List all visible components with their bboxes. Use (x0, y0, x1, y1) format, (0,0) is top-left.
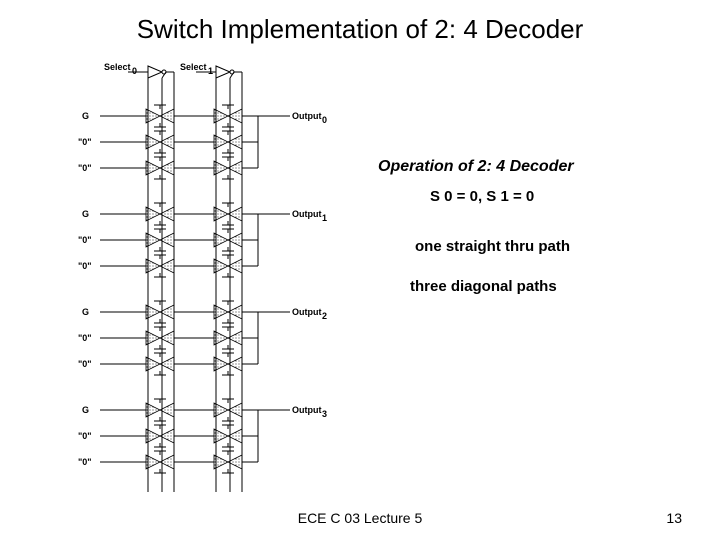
operation-heading: Operation of 2: 4 Decoder (378, 158, 574, 176)
select0-sub: 0 (132, 66, 137, 76)
row-label-z0b: "0" (78, 163, 92, 173)
output1-label: Output (292, 209, 322, 219)
output0-sub: 0 (322, 115, 327, 125)
slide-title: Switch Implementation of 2: 4 Decoder (0, 14, 720, 45)
row-label-z2b: "0" (78, 359, 92, 369)
row-label-g1: G (82, 209, 89, 219)
decoder-circuit-diagram: Select 0 Select 1 G "0" "0" G "0" "0" G … (82, 62, 342, 500)
footer-page-number: 13 (666, 510, 682, 526)
output2-sub: 2 (322, 311, 327, 321)
output2-label: Output (292, 307, 322, 317)
circuit-svg (82, 62, 342, 500)
row-label-z1b: "0" (78, 261, 92, 271)
row-label-z3a: "0" (78, 431, 92, 441)
row-label-z3b: "0" (78, 457, 92, 467)
select1-sub: 1 (208, 66, 213, 76)
output3-sub: 3 (322, 409, 327, 419)
select1-label: Select (180, 62, 207, 72)
row-label-g0: G (82, 111, 89, 121)
row-label-g3: G (82, 405, 89, 415)
output0-label: Output (292, 111, 322, 121)
straight-path-line: one straight thru path (415, 238, 570, 255)
row-label-z2a: "0" (78, 333, 92, 343)
row-label-z0a: "0" (78, 137, 92, 147)
diagonal-path-line: three diagonal paths (410, 278, 557, 295)
row-label-g2: G (82, 307, 89, 317)
select0-label: Select (104, 62, 131, 72)
footer-lecture: ECE C 03 Lecture 5 (0, 510, 720, 526)
row-label-z1a: "0" (78, 235, 92, 245)
output3-label: Output (292, 405, 322, 415)
case-line: S 0 = 0, S 1 = 0 (430, 188, 534, 205)
output1-sub: 1 (322, 213, 327, 223)
